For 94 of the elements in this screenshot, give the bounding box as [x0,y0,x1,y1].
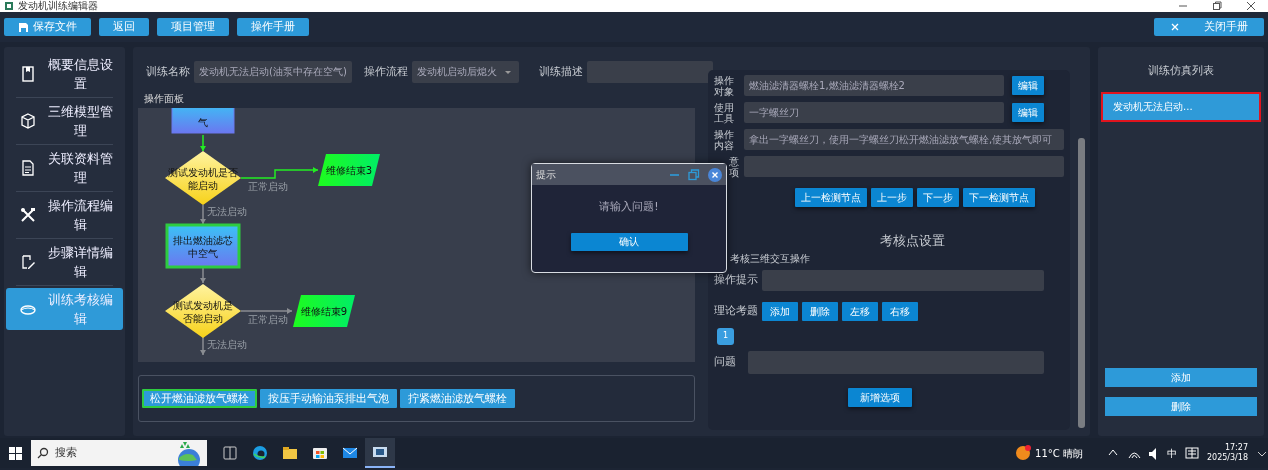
close-icon[interactable] [1246,1,1256,11]
end-node[interactable]: 维修结束9 [293,295,356,327]
restore-icon[interactable] [1212,1,1222,11]
text-field[interactable]: 一字螺丝刀 [744,102,1005,123]
theory-button[interactable]: 删除 [802,301,839,321]
step-button[interactable]: 拧紧燃油滤放气螺栓 [400,389,516,408]
store-icon[interactable] [312,445,328,461]
sidebar-item[interactable]: 三维模型管理 [6,100,124,142]
list-button[interactable]: 添加 [1105,368,1257,387]
theory-button[interactable]: 添加 [762,301,799,321]
browser-icon[interactable] [252,445,268,461]
section-title: 考核点设置 [878,232,946,250]
ime-indicator[interactable]: 中 [1166,445,1177,461]
field-label: 操作流程 [363,63,408,80]
field-label: 操作内容 [714,128,736,151]
edge-label: 正常启动 [248,314,289,325]
theory-button[interactable]: 右移 [882,301,919,321]
edit-icon [20,254,36,270]
question-field[interactable] [748,350,1045,374]
edge-label: 正常启动 [248,181,289,192]
search-icon [37,447,49,459]
save-icon [18,21,29,33]
window-title: 发动机训练编辑器 [18,0,99,12]
search-field[interactable]: 搜索 [31,440,207,466]
sidebar-item[interactable]: 步骤详情编辑 [6,241,124,283]
dialog-message: 请输入问题! [598,199,660,215]
panel-title: 操作面板 [138,90,696,108]
text-field[interactable]: 拿出一字螺丝刀，使用一字螺丝刀松开燃油滤放气螺栓,使其放气即可 [744,129,1065,150]
name-field[interactable]: 发动机无法启动(油泵中存在空气) [194,61,352,83]
caret-icon [504,70,511,74]
add-option-button[interactable]: 新增选项 [848,387,913,407]
process-node[interactable]: 排出燃油滤芯 中空气 [165,223,241,269]
close-icon[interactable] [708,167,722,182]
dropdown-value: 发动机启动后熄火 [416,65,497,79]
toolbar-button[interactable]: 返回 [99,18,149,36]
field-label: 操作提示 [714,271,759,288]
flow-dropdown[interactable]: 发动机启动后熄火 [411,61,519,83]
hint-field[interactable] [762,269,1045,291]
document-icon [20,66,36,82]
folder-icon[interactable] [282,445,298,461]
sidebar-item[interactable]: 训练考核编辑 [6,288,124,330]
nav-button[interactable]: 下一检测节点 [963,188,1036,207]
edit-button[interactable]: 编辑 [1012,103,1045,122]
field-label: 意项 [729,155,741,178]
confirm-button[interactable]: 确认 [570,232,688,251]
scrollbar[interactable] [1078,138,1086,428]
field-label: 理论考题 [714,302,759,319]
description-field[interactable] [586,61,713,83]
step-button[interactable]: 按压手动输油泵排出气泡 [260,389,398,408]
document-icon [20,160,36,176]
nav-button[interactable]: 上一检测节点 [795,188,868,207]
sidebar-item[interactable]: 操作流程编辑 [6,194,124,236]
nav-button[interactable]: 上一步 [871,188,914,207]
close-manual-button[interactable]: 关闭手册 [1154,18,1264,36]
end-node[interactable]: 维修结束3 [318,154,381,186]
app-window-icon[interactable] [372,444,388,460]
decision-node[interactable]: 测试发动机是 否能启动 [165,284,242,338]
list-button[interactable]: 删除 [1105,397,1257,416]
field-label: 训练描述 [538,63,583,80]
edit-button[interactable]: 编辑 [1012,76,1045,95]
checkbox-label: 考核三维交互操作 [730,251,812,266]
toolbar-button[interactable]: 保存文件 [4,18,91,36]
theory-button[interactable]: 左移 [842,301,879,321]
clock-date[interactable]: 2025/3/18 [1206,453,1248,463]
nav-button[interactable]: 下一步 [917,188,960,207]
weather-text: 11°C 晴朗 [1035,446,1083,461]
start-icon[interactable] [9,446,22,460]
field-label: 训练名称 [146,63,191,80]
page-button[interactable]: 1 [717,327,735,345]
dialog-title: 提示 [536,168,557,182]
close-icon [1170,22,1180,32]
keyboard-icon[interactable] [1184,446,1199,460]
clock-time[interactable]: 17:27 [1224,443,1248,453]
sidebar-item[interactable]: 关联资料管理 [6,147,124,189]
step-button[interactable]: 松开燃油滤放气螺栓 [142,389,258,408]
field-label: 使用工具 [714,101,736,124]
mail-icon[interactable] [342,445,358,461]
search-placeholder: 搜索 [55,444,78,461]
tools-icon [20,207,36,223]
weather-icon [1015,445,1032,461]
cube-icon [20,113,36,129]
field-label: 操作对象 [714,74,736,97]
sidebar-item[interactable]: 概要信息设置 [6,53,124,95]
task-view-icon[interactable] [222,445,238,461]
text-field[interactable] [744,156,1065,177]
toolbar-button[interactable]: 操作手册 [237,18,309,36]
edge-label: 无法启动 [207,339,248,350]
field-label: 问题 [714,353,737,370]
list-item[interactable]: 发动机无法启动... [1101,91,1261,122]
process-node[interactable]: 气 [171,108,235,134]
panel-title: 训练仿真列表 [1147,63,1215,79]
edge-label: 无法启动 [207,206,248,217]
toolbar-button[interactable]: 项目管理 [157,18,229,36]
text-field[interactable]: 燃油滤清器螺栓1,燃油滤清器螺栓2 [744,75,1005,96]
